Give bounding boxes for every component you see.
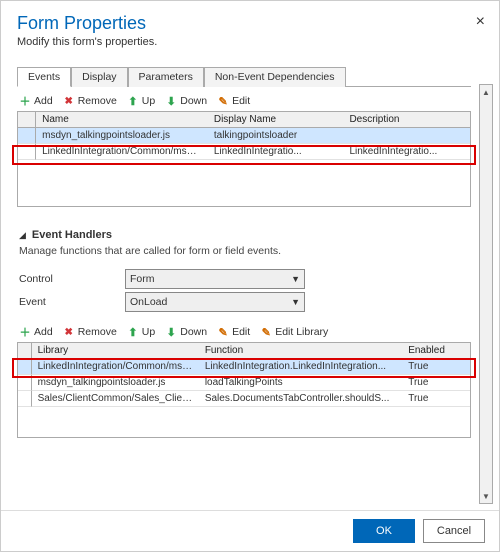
edit-icon: ✎ — [217, 95, 229, 107]
plus-icon: ＋ — [19, 326, 31, 338]
event-handlers-desc: Manage functions that are called for for… — [19, 245, 469, 257]
event-select[interactable]: OnLoad ▼ — [125, 292, 305, 312]
col-name: Name — [36, 112, 208, 128]
handler-row[interactable]: LinkedInIntegration/Common/msdyn_L... Li… — [18, 359, 470, 375]
tab-events[interactable]: Events — [17, 67, 71, 87]
arrow-down-icon: ⬇ — [165, 95, 177, 107]
x-icon: ✖ — [63, 95, 75, 107]
tab-strip: Events Display Parameters Non-Event Depe… — [17, 66, 471, 87]
arrow-up-icon: ⬆ — [127, 95, 139, 107]
cancel-button[interactable]: Cancel — [423, 519, 485, 543]
add-button[interactable]: ＋Add — [19, 326, 53, 338]
handlers-grid[interactable]: Library Function Enabled LinkedInIntegra… — [18, 343, 470, 407]
edit-button[interactable]: ✎Edit — [217, 95, 250, 107]
col-display-name: Display Name — [208, 112, 344, 128]
down-button[interactable]: ⬇Down — [165, 95, 207, 107]
edit-icon: ✎ — [217, 326, 229, 338]
col-description: Description — [343, 112, 470, 128]
handler-row[interactable]: msdyn_talkingpointsloader.js loadTalking… — [18, 375, 470, 391]
scroll-down-icon[interactable]: ▼ — [480, 489, 492, 503]
chevron-down-icon: ▼ — [291, 274, 300, 284]
edit-button[interactable]: ✎Edit — [217, 326, 250, 338]
scrollbar[interactable]: ▲ ▼ — [479, 84, 493, 504]
col-library: Library — [32, 343, 199, 359]
control-select[interactable]: Form ▼ — [125, 269, 305, 289]
col-enabled: Enabled — [402, 343, 470, 359]
dialog-subtitle: Modify this form's properties. — [17, 36, 483, 48]
handler-row[interactable]: Sales/ClientCommon/Sales_ClientCom... Sa… — [18, 391, 470, 407]
plus-icon: ＋ — [19, 95, 31, 107]
arrow-down-icon: ⬇ — [165, 326, 177, 338]
ok-button[interactable]: OK — [353, 519, 415, 543]
tab-parameters[interactable]: Parameters — [128, 67, 204, 87]
libraries-grid[interactable]: Name Display Name Description msdyn_talk… — [18, 112, 470, 160]
event-label: Event — [19, 296, 119, 308]
scroll-up-icon[interactable]: ▲ — [480, 85, 492, 99]
dialog-title: Form Properties — [17, 13, 483, 34]
edit-library-button[interactable]: ✎Edit Library — [260, 326, 328, 338]
control-label: Control — [19, 273, 119, 285]
remove-button[interactable]: ✖Remove — [63, 95, 117, 107]
up-button[interactable]: ⬆Up — [127, 95, 155, 107]
event-handlers-header[interactable]: ◢ Event Handlers — [19, 229, 471, 241]
tab-non-event-deps[interactable]: Non-Event Dependencies — [204, 67, 346, 87]
chevron-down-icon: ▼ — [291, 297, 300, 307]
tab-display[interactable]: Display — [71, 67, 127, 87]
edit-icon: ✎ — [260, 326, 272, 338]
add-button[interactable]: ＋Add — [19, 95, 53, 107]
remove-button[interactable]: ✖Remove — [63, 326, 117, 338]
close-icon[interactable]: × — [476, 13, 485, 31]
library-row[interactable]: msdyn_talkingpointsloader.js talkingpoin… — [18, 128, 470, 144]
collapse-icon: ◢ — [19, 230, 26, 241]
col-function: Function — [199, 343, 402, 359]
down-button[interactable]: ⬇Down — [165, 326, 207, 338]
library-row[interactable]: LinkedInIntegration/Common/msdyn_L... Li… — [18, 144, 470, 160]
arrow-up-icon: ⬆ — [127, 326, 139, 338]
x-icon: ✖ — [63, 326, 75, 338]
up-button[interactable]: ⬆Up — [127, 326, 155, 338]
